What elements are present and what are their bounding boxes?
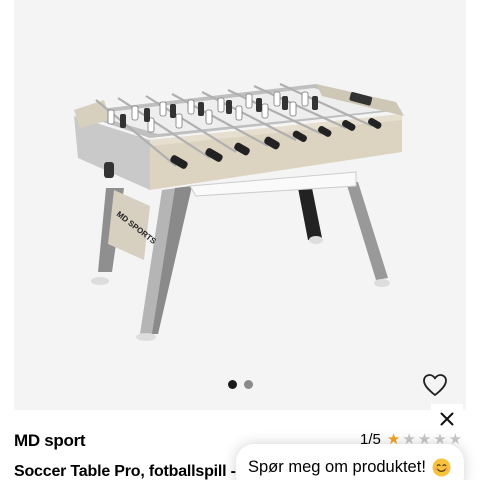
product-brand[interactable]: MD sport [14,431,86,451]
gallery-dot-1[interactable] [227,380,237,389]
chat-prompt-text: Spør meg om produktet! [248,458,426,476]
gallery-pagination [0,380,480,394]
gallery-dot-2[interactable] [243,380,253,389]
product-image-foosball-table[interactable]: MD SPORTS [14,0,466,410]
heart-outline-icon [423,374,447,396]
product-gallery[interactable]: MD SPORTS [0,0,480,410]
close-icon [440,412,454,426]
favorite-button[interactable] [420,370,450,400]
product-title: Soccer Table Pro, fotballspill - [14,463,236,480]
chat-prompt-button[interactable]: Spør meg om produktet! [236,444,464,480]
close-chat-button[interactable] [431,404,463,434]
smiling-face-emoji-icon [432,458,451,477]
